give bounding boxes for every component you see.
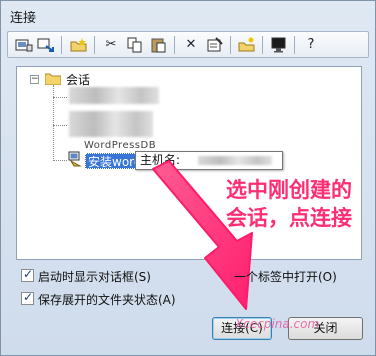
blurred-session-2[interactable] [69, 111, 153, 137]
blurred-session-1[interactable] [69, 87, 159, 104]
new-session-icon[interactable] [13, 35, 35, 55]
watermark: Xcecpina.com [235, 317, 320, 331]
host-tooltip: 主机名: [135, 151, 283, 170]
cut-icon[interactable]: ✂ [100, 35, 122, 55]
instruction-annotation: 选中刚创建的 会话，点连接 [226, 176, 352, 232]
paste-icon[interactable] [148, 35, 170, 55]
desktop-icon[interactable] [268, 35, 290, 55]
save-folder-state-checkbox[interactable]: ✓ [21, 290, 34, 305]
annotation-line-1: 选中刚创建的 [226, 178, 352, 202]
annotation-line-2: 会话，点连接 [226, 206, 352, 230]
delete-icon[interactable]: ✕ [180, 35, 202, 55]
properties-icon[interactable] [204, 35, 226, 55]
connect-dialog: 连接 ✂ ✕ ? − 会话 WordPressDB 安装word 主机名: 选中… [0, 0, 376, 356]
toolbar: ✂ ✕ ? [7, 31, 369, 58]
open-in-tab-label[interactable]: 一个标签中打开(O) [234, 268, 337, 285]
folder-icon [45, 73, 61, 85]
copy-icon[interactable] [124, 35, 146, 55]
connect-icon[interactable] [35, 35, 57, 55]
help-icon[interactable]: ? [300, 35, 322, 55]
collapse-icon[interactable]: − [30, 75, 39, 84]
show-on-startup-label[interactable]: 启动时显示对话框(S) [38, 268, 151, 285]
partial-session-label[interactable]: WordPressDB [84, 140, 156, 151]
save-folder-state-label[interactable]: 保存展开的文件夹状态(A) [38, 291, 176, 308]
session-icon [68, 151, 82, 167]
window-title: 连接 [10, 11, 37, 26]
tooltip-host-label: 主机名: [140, 153, 181, 167]
tooltip-host-value-blurred [198, 156, 272, 165]
new-folder-icon[interactable] [68, 35, 90, 55]
show-on-startup-checkbox[interactable]: ✓ [21, 267, 34, 282]
tree-root-label[interactable]: 会话 [66, 71, 90, 88]
new-shortcut-icon[interactable] [236, 35, 258, 55]
title-bar[interactable]: 连接 [1, 1, 375, 29]
